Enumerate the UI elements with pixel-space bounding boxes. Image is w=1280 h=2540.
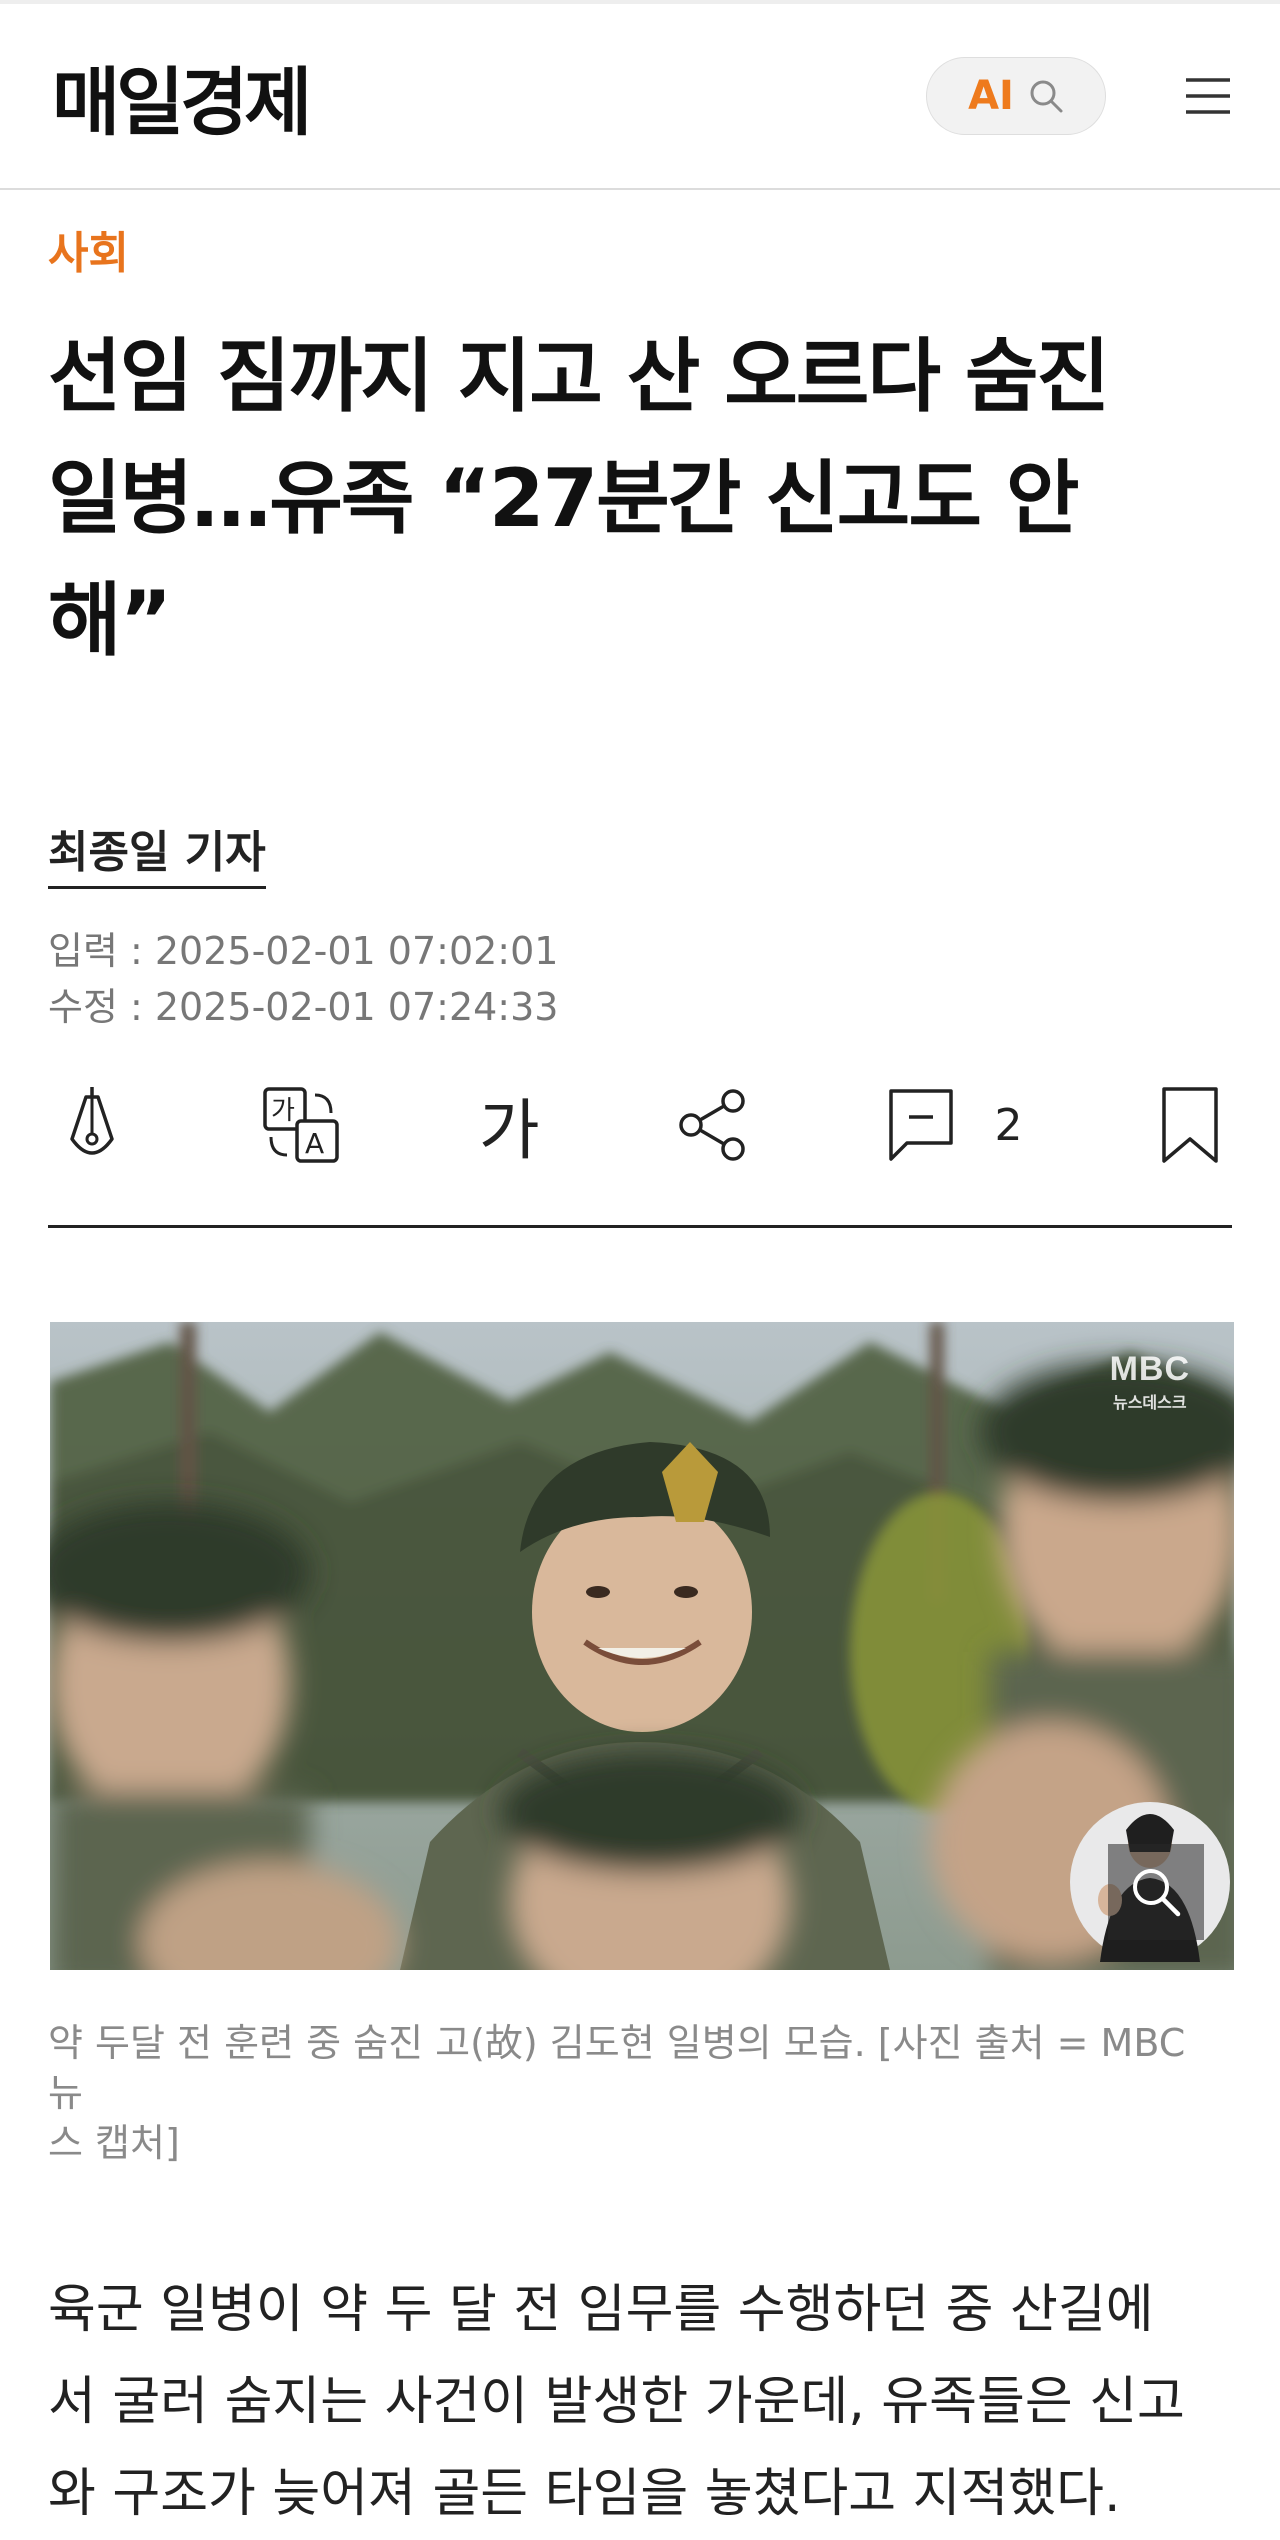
body-line: 와 구조가 늦어져 골든 타임을 놓쳤다고 지적했다. (48, 2464, 1121, 2524)
headline-line: 해” (48, 574, 172, 667)
headline-line: 선임 짐까지 지고 산 오르다 숨진 (48, 330, 1110, 423)
comment-icon (888, 1089, 953, 1161)
bookmark-icon (1162, 1087, 1218, 1163)
article-body: 육군 일병이 약 두 달 전 임무를 수행하던 중 산길에 서 굴러 숨지는 사… (48, 2264, 1232, 2540)
updated-date: 수정 : 2025-02-01 07:24:33 (48, 985, 559, 1029)
section-label[interactable]: 사회 (48, 226, 1280, 282)
share-button[interactable] (677, 1087, 749, 1163)
svg-text:A: A (305, 1127, 324, 1160)
font-size-icon: 가 (478, 1092, 540, 1169)
article-headline: 선임 짐까지 지고 산 오르다 숨진 일병…유족 “27분간 신고도 안 해” (48, 316, 1232, 682)
reporter-name[interactable]: 최종일 기자 (48, 816, 266, 889)
pen-button[interactable] (60, 1083, 124, 1167)
body-line: 서 굴러 숨지는 사건이 발생한 가운데, 유족들은 신고 (48, 2372, 1185, 2432)
caption-line: 스 캡처] (48, 2121, 180, 2165)
input-date: 입력 : 2025-02-01 07:02:01 (48, 929, 559, 973)
byline: 최종일 기자 (48, 816, 1280, 889)
ai-label: AI (968, 73, 1014, 119)
photo-illustration (50, 1322, 1234, 1970)
translate-icon: 가 A (263, 1087, 340, 1163)
article-dates: 입력 : 2025-02-01 07:02:01 수정 : 2025-02-01… (48, 923, 1280, 1035)
share-icon (679, 1089, 745, 1161)
body-line: 육군 일병이 약 두 달 전 임무를 수행하던 중 산길에 (48, 2280, 1154, 2340)
bookmark-button[interactable] (1160, 1085, 1220, 1165)
menu-button[interactable] (1184, 76, 1232, 116)
comment-count: 2 (994, 1099, 1023, 1151)
caption-line: 약 두달 전 훈련 중 숨진 고(故) 김도현 일병의 모습. [사진 출처 =… (48, 2021, 1186, 2115)
watermark-line1: MBC (1109, 1350, 1190, 1388)
pen-icon (70, 1087, 114, 1155)
font-size-button[interactable]: 가 (479, 1077, 540, 1173)
comment-button[interactable]: 2 (887, 1087, 1023, 1163)
translate-button[interactable]: 가 A (261, 1085, 341, 1165)
svg-text:가: 가 (271, 1096, 295, 1126)
search-icon (1030, 80, 1063, 113)
mbc-watermark: MBC 뉴스데스크 (1110, 1350, 1190, 1413)
watermark-line2: 뉴스데스크 (1112, 1395, 1187, 1412)
hamburger-menu-icon (1186, 78, 1230, 114)
site-logo[interactable]: 매일경제 (52, 43, 312, 150)
photo-caption: 약 두달 전 훈련 중 숨진 고(故) 김도현 일병의 모습. [사진 출처 =… (48, 2018, 1232, 2168)
article-photo[interactable]: MBC 뉴스데스크 (50, 1322, 1234, 1970)
headline-line: 일병…유족 “27분간 신고도 안 (48, 452, 1079, 545)
article-toolbar: 가 A 가 2 (48, 1077, 1232, 1228)
zoom-icon (1133, 1869, 1181, 1917)
site-header: 매일경제 AI (0, 4, 1280, 190)
zoom-button[interactable] (1108, 1844, 1204, 1940)
header-actions: AI (926, 57, 1232, 135)
ai-search-button[interactable]: AI (926, 57, 1106, 135)
